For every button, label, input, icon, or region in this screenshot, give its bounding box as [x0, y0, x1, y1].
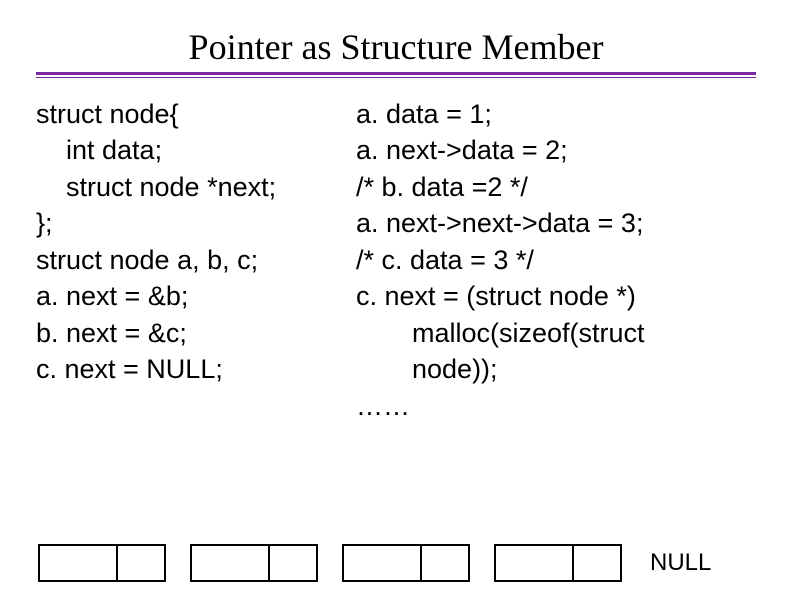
node-data-box	[190, 544, 270, 582]
node-ptr-box	[422, 544, 470, 582]
node-c	[342, 544, 470, 582]
node-data-box	[38, 544, 118, 582]
code-line: a. next->next->data = 3;	[356, 205, 756, 241]
code-line: malloc(sizeof(struct	[356, 315, 756, 351]
title-underline	[36, 72, 756, 78]
code-line: /* c. data = 3 */	[356, 242, 756, 278]
code-line: c. next = (struct node *)	[356, 278, 756, 314]
code-line: a. next->data = 2;	[356, 132, 756, 168]
code-line: struct node{	[36, 96, 346, 132]
code-line: struct node a, b, c;	[36, 242, 346, 278]
page-title: Pointer as Structure Member	[36, 26, 756, 68]
null-label: NULL	[650, 549, 711, 577]
node-ptr-box	[574, 544, 622, 582]
node-b	[190, 544, 318, 582]
slide-container: Pointer as Structure Member struct node{…	[0, 0, 792, 612]
left-column: struct node{ int data; struct node *next…	[36, 96, 346, 424]
code-line: struct node *next;	[36, 169, 346, 205]
code-line: };	[36, 205, 346, 241]
code-line: a. next = &b;	[36, 278, 346, 314]
content-columns: struct node{ int data; struct node *next…	[36, 96, 756, 424]
code-line: int data;	[36, 132, 346, 168]
code-line: c. next = NULL;	[36, 351, 346, 387]
node-data-box	[494, 544, 574, 582]
node-ptr-box	[118, 544, 166, 582]
code-line: a. data = 1;	[356, 96, 756, 132]
linked-list-diagram: NULL	[38, 544, 711, 582]
node-extra	[494, 544, 622, 582]
node-a	[38, 544, 166, 582]
code-line: node));	[356, 351, 756, 387]
node-ptr-box	[270, 544, 318, 582]
node-data-box	[342, 544, 422, 582]
right-column: a. data = 1; a. next->data = 2; /* b. da…	[356, 96, 756, 424]
code-line: b. next = &c;	[36, 315, 346, 351]
code-line: /* b. data =2 */	[356, 169, 756, 205]
code-line: ……	[356, 388, 756, 424]
